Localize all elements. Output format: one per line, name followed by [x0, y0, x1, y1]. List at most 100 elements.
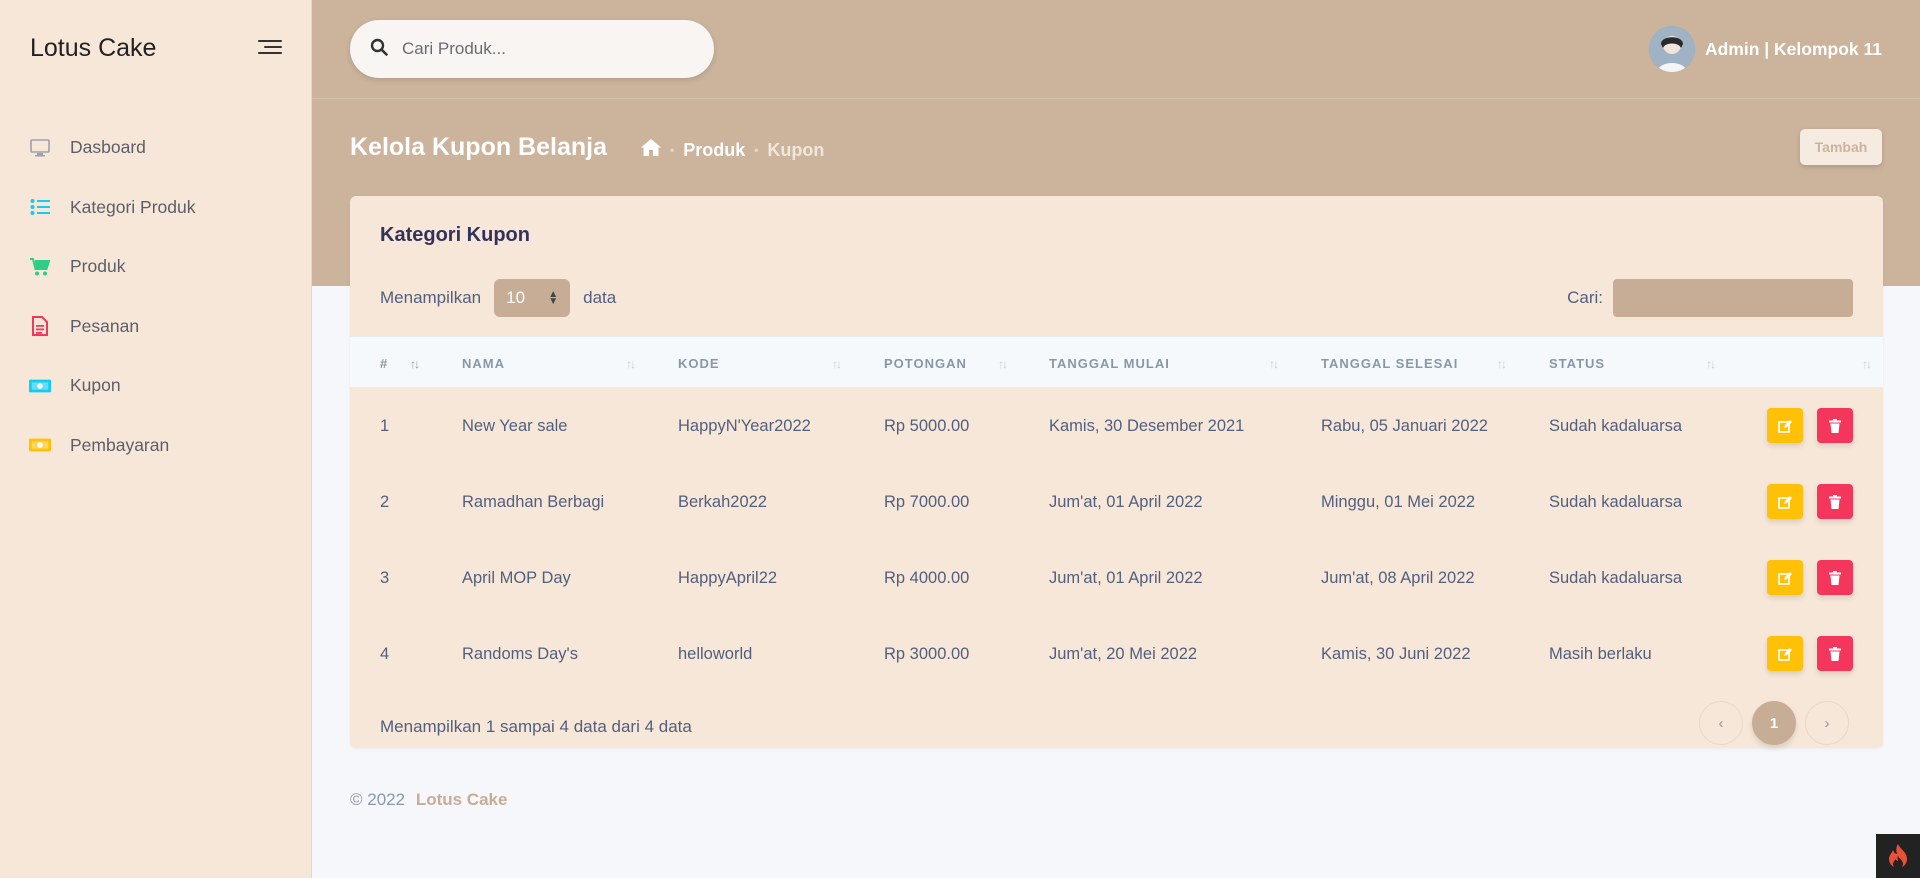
sort-icon[interactable]: ↑↓	[1497, 357, 1507, 371]
delete-button[interactable]	[1817, 560, 1853, 595]
column-label: TANGGAL SELESAI	[1321, 355, 1459, 371]
cell-potongan: Rp 7000.00	[884, 492, 970, 511]
cell-kode: HappyN'Year2022	[678, 416, 811, 435]
cell-nama: Randoms Day's	[462, 644, 578, 663]
column-header-kode[interactable]: KODE	[678, 337, 720, 389]
sort-icon[interactable]: ↑↓	[626, 357, 636, 371]
table-row: 2 Ramadhan Berbagi Berkah2022 Rp 7000.00…	[350, 464, 1883, 540]
avatar[interactable]	[1648, 26, 1695, 72]
breadcrumb-separator: •	[754, 143, 759, 157]
sidebar-item-produk[interactable]: Produk	[0, 237, 312, 297]
trash-icon	[1829, 494, 1841, 509]
sort-icon[interactable]: ↑↓	[1706, 357, 1716, 371]
cart-icon	[29, 256, 51, 278]
entries-suffix: data	[583, 288, 617, 307]
entries-value: 10	[506, 288, 526, 307]
column-header-status[interactable]: STATUS	[1549, 337, 1605, 389]
sidebar-item-label: Produk	[70, 256, 126, 277]
money-icon	[29, 375, 51, 397]
cell-status: Sudah kadaluarsa	[1549, 416, 1683, 435]
edit-icon	[1778, 495, 1792, 509]
edit-icon	[1778, 419, 1792, 433]
cell-tanggal-mulai: Jum'at, 01 April 2022	[1049, 568, 1203, 587]
sort-caret-icon: ▲ ▼	[548, 289, 559, 307]
add-button[interactable]: Tambah	[1800, 129, 1882, 165]
sidebar-item-kategori-produk[interactable]: Kategori Produk	[0, 178, 312, 238]
card-title: Kategori Kupon	[380, 224, 530, 246]
table-info: Menampilkan 1 sampai 4 data dari 4 data	[380, 717, 692, 736]
flame-icon[interactable]	[1876, 834, 1920, 878]
column-label: KODE	[678, 355, 720, 371]
column-header-nama[interactable]: NAMA	[462, 337, 505, 389]
sidebar-item-label: Kupon	[70, 375, 121, 396]
sort-icon[interactable]: ↑↓	[832, 357, 842, 371]
edit-icon	[1778, 647, 1792, 661]
footer-brand-link[interactable]: Lotus Cake	[416, 790, 508, 809]
sort-icon[interactable]: ↑↓	[410, 357, 420, 371]
sidebar-item-label: Pembayaran	[70, 434, 170, 455]
trash-icon	[1829, 570, 1841, 585]
user-menu[interactable]: Admin | Kelompok 11	[1648, 26, 1882, 72]
sidebar-item-kupon[interactable]: Kupon	[0, 356, 312, 416]
cell-tanggal-mulai: Jum'at, 20 Mei 2022	[1049, 644, 1198, 663]
search-icon	[370, 38, 388, 61]
sort-icon[interactable]: ↑↓	[998, 357, 1008, 371]
pagination-page-1[interactable]: 1	[1752, 701, 1796, 745]
user-name[interactable]: Admin | Kelompok 11	[1705, 39, 1882, 60]
footer-copyright: © 2022 Lotus Cake	[350, 790, 507, 810]
sidebar-item-pembayaran[interactable]: Pembayaran	[0, 416, 312, 476]
cell-tanggal-selesai: Minggu, 01 Mei 2022	[1321, 492, 1476, 511]
sidebar-item-pesanan[interactable]: Pesanan	[0, 297, 312, 357]
entries-select[interactable]: 10 ▲ ▼	[494, 279, 571, 317]
breadcrumb-produk[interactable]: Produk	[683, 140, 745, 161]
document-icon	[29, 315, 51, 337]
cell-no: 1	[380, 416, 390, 435]
edit-button[interactable]	[1767, 560, 1803, 595]
edit-button[interactable]	[1767, 484, 1803, 519]
sidebar-item-label: Pesanan	[70, 315, 140, 336]
cell-status: Sudah kadaluarsa	[1549, 492, 1683, 511]
cell-nama: New Year sale	[462, 416, 568, 435]
cell-kode: HappyApril22	[678, 568, 778, 587]
search-bar[interactable]	[350, 20, 714, 78]
column-header-tanggal-mulai[interactable]: TANGGAL MULAI	[1049, 337, 1170, 389]
column-label: #	[380, 355, 389, 371]
delete-button[interactable]	[1817, 484, 1853, 519]
cell-no: 4	[380, 644, 390, 663]
page-title: Kelola Kupon Belanja	[350, 133, 607, 161]
column-label: POTONGAN	[884, 355, 967, 371]
entries-length: Menampilkan 10 ▲ ▼ data	[380, 279, 616, 317]
pagination-prev[interactable]: ‹	[1699, 701, 1743, 745]
edit-button[interactable]	[1767, 636, 1803, 671]
sidebar-item-dasboard[interactable]: Dasboard	[0, 118, 312, 178]
column-header-tanggal-selesai[interactable]: TANGGAL SELESAI	[1321, 337, 1458, 389]
cell-tanggal-selesai: Rabu, 05 Januari 2022	[1321, 416, 1488, 435]
table-search-input[interactable]	[1613, 279, 1853, 317]
cell-tanggal-selesai: Kamis, 30 Juni 2022	[1321, 644, 1471, 663]
cell-tanggal-mulai: Kamis, 30 Desember 2021	[1049, 416, 1245, 435]
cell-nama: Ramadhan Berbagi	[462, 492, 605, 511]
copyright-text: © 2022	[350, 790, 406, 809]
sort-icon[interactable]: ↑↓	[1269, 357, 1279, 371]
trash-icon	[1829, 418, 1841, 433]
table-row: 4 Randoms Day's helloworld Rp 3000.00 Ju…	[350, 616, 1883, 692]
brand-logo-text[interactable]: Lotus Cake	[30, 34, 156, 63]
edit-button[interactable]	[1767, 408, 1803, 443]
column-label: STATUS	[1549, 355, 1606, 371]
home-icon[interactable]	[641, 139, 661, 161]
column-header-no[interactable]: #	[380, 337, 388, 389]
breadcrumb-kupon: Kupon	[767, 139, 825, 160]
delete-button[interactable]	[1817, 408, 1853, 443]
column-header-potongan[interactable]: POTONGAN	[884, 337, 967, 389]
sort-icon[interactable]: ↑↓	[1862, 357, 1872, 371]
list-icon	[29, 196, 51, 218]
cell-kode: helloworld	[678, 644, 753, 663]
cell-tanggal-selesai: Jum'at, 08 April 2022	[1321, 568, 1475, 587]
menu-toggle-icon[interactable]	[258, 38, 282, 56]
table-filter: Cari:	[1567, 279, 1853, 317]
cell-no: 3	[380, 568, 390, 587]
pagination-next[interactable]: ›	[1805, 701, 1849, 745]
delete-button[interactable]	[1817, 636, 1853, 671]
entries-prefix: Menampilkan	[380, 288, 482, 307]
search-input[interactable]	[402, 39, 682, 59]
